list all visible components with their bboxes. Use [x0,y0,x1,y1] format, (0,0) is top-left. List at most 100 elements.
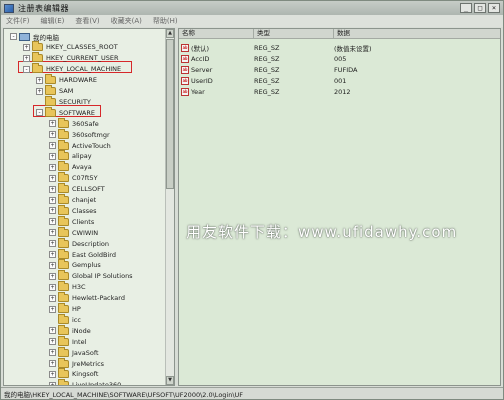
expand-icon[interactable]: + [49,196,56,204]
tree-item[interactable]: + Hewlett-Packard [49,292,125,304]
scroll-up-arrow-icon[interactable]: ▲ [166,29,174,38]
tree-item[interactable]: + Intel [49,335,86,347]
collapse-icon[interactable]: - [10,33,17,40]
tree-item[interactable]: + East GoldBird [49,248,116,260]
tree-item[interactable]: + Classes [49,204,97,216]
tree-item[interactable]: - 我的电脑 [10,31,59,42]
tree-item[interactable]: +360softmgr [49,128,110,140]
tree-item[interactable]: + ActiveTouch [49,139,111,151]
tree-item[interactable]: + LiveUpdate360 [49,379,121,385]
expand-icon[interactable]: + [49,294,56,302]
expand-icon[interactable]: + [49,381,56,385]
values-list-pane[interactable]: 名称 类型 数据 ab (默认) REG_SZ (数值未设置) ab AccID REG_S… [178,28,501,386]
expand-icon[interactable]: + [49,218,56,226]
window-title: 注册表编辑器 [18,3,69,13]
tree-item[interactable]: + CWIWIN [49,226,98,238]
expand-icon[interactable]: + [49,305,56,313]
expand-icon[interactable]: + [49,163,56,171]
tree-item[interactable]: + H3C [49,281,86,293]
tree-item[interactable]: + iNode [49,324,91,336]
expand-icon[interactable]: + [49,185,56,193]
expand-icon[interactable]: + [49,142,56,149]
column-header-name[interactable]: 名称 [179,29,254,39]
tree-item[interactable]: + HKEY_CURRENT_USER [23,52,119,64]
tree-item[interactable]: + Global IP Solutions [49,270,133,282]
menu-favorites[interactable]: 收藏夹(A) [111,16,142,26]
tree-item[interactable]: + SAM [36,85,73,97]
tree-item[interactable]: + Kingsoft [49,368,99,380]
folder-icon [58,313,69,324]
expand-icon[interactable]: + [36,87,43,95]
expand-icon[interactable]: + [49,349,56,357]
key-tree-pane[interactable]: ▲ ▼ - 我的电脑 + HKEY_CLASSES_ROOT + HKEY_CURRENT… [3,28,175,386]
expand-icon[interactable]: + [49,174,56,182]
tree-item-label: Avaya [72,163,92,172]
expand-icon[interactable]: + [23,43,30,51]
list-item[interactable]: ab AccID REG_SZ 005 [179,53,346,64]
tree-item[interactable]: + JavaSoft [49,346,99,358]
tree-item[interactable]: + HP [49,303,81,315]
expand-icon[interactable]: + [49,360,56,367]
expand-icon[interactable]: + [49,240,56,248]
list-item[interactable]: ab Year REG_SZ 2012 [179,86,351,97]
folder-icon [58,368,69,379]
tree-item[interactable]: + Gemplus [49,259,101,271]
tree-item[interactable]: + Clients [49,215,94,227]
menu-file[interactable]: 文件(F) [6,16,30,26]
minimize-button[interactable]: _ [460,3,472,13]
tree-item[interactable]: icc [49,313,81,325]
tree-item[interactable]: + HARDWARE [36,74,97,86]
tree-item[interactable]: - SOFTWARE [36,106,95,118]
scroll-thumb[interactable] [166,39,174,189]
title-bar[interactable]: 注册表编辑器 _ □ × [1,1,503,15]
tree-item[interactable]: +360Safe [49,117,99,129]
tree-item[interactable]: - HKEY_LOCAL_MACHINE [23,63,121,75]
expand-icon[interactable]: + [49,283,56,291]
expand-icon[interactable]: + [49,207,56,215]
folder-icon [58,237,69,248]
list-item[interactable]: ab (默认) REG_SZ (数值未设置) [179,42,372,53]
expand-icon[interactable]: + [36,76,43,84]
tree-item[interactable]: + JreMetrics [49,357,104,369]
expand-icon[interactable]: + [49,120,56,128]
tree-item[interactable]: + C07ft5Y [49,172,98,184]
window-controls: _ □ × [460,3,500,13]
tree-item[interactable]: + HKEY_CLASSES_ROOT [23,41,118,53]
expand-icon[interactable]: + [49,338,56,346]
maximize-button[interactable]: □ [474,3,486,13]
tree-item-label: Kingsoft [72,370,99,379]
menu-help[interactable]: 帮助(H) [153,16,178,26]
tree-item[interactable]: + CELLSOFT [49,183,105,195]
menu-edit[interactable]: 编辑(E) [41,16,65,26]
tree-item-label: Global IP Solutions [72,272,133,281]
scroll-down-arrow-icon[interactable]: ▼ [166,376,174,385]
column-header-type[interactable]: 类型 [254,29,334,39]
expand-icon[interactable]: + [49,327,56,335]
close-button[interactable]: × [488,3,500,13]
tree-item[interactable]: + chanjet [49,194,96,206]
tree-item[interactable]: + Avaya [49,161,92,173]
expand-icon[interactable]: + [49,261,56,269]
expand-icon[interactable]: + [49,229,56,237]
expand-icon[interactable]: + [49,370,56,378]
folder-icon [58,139,69,150]
column-header-data[interactable]: 数据 [334,29,500,39]
list-item[interactable]: ab Server REG_SZ FUFIDA [179,64,358,75]
tree-item-label: Classes [72,206,97,215]
expand-icon[interactable]: + [49,131,56,139]
list-item[interactable]: ab UserID REG_SZ 001 [179,75,346,86]
collapse-icon[interactable]: - [36,109,43,117]
tree-item[interactable]: + Description [49,237,109,249]
tree-item[interactable]: + alipay [49,150,92,162]
menu-bar: 文件(F) 编辑(E) 查看(V) 收藏夹(A) 帮助(H) [1,15,503,27]
expand-icon[interactable]: + [49,272,56,280]
menu-view[interactable]: 查看(V) [75,16,99,26]
collapse-icon[interactable]: - [23,65,30,73]
tree-item[interactable]: SECURITY [36,95,91,107]
expand-icon[interactable]: + [23,54,30,62]
tree-scrollbar[interactable]: ▲ ▼ [165,29,174,385]
value-data: 2012 [334,87,351,96]
expand-icon[interactable]: + [49,152,56,160]
expand-icon[interactable]: + [49,251,56,258]
string-value-icon: ab [181,87,189,96]
